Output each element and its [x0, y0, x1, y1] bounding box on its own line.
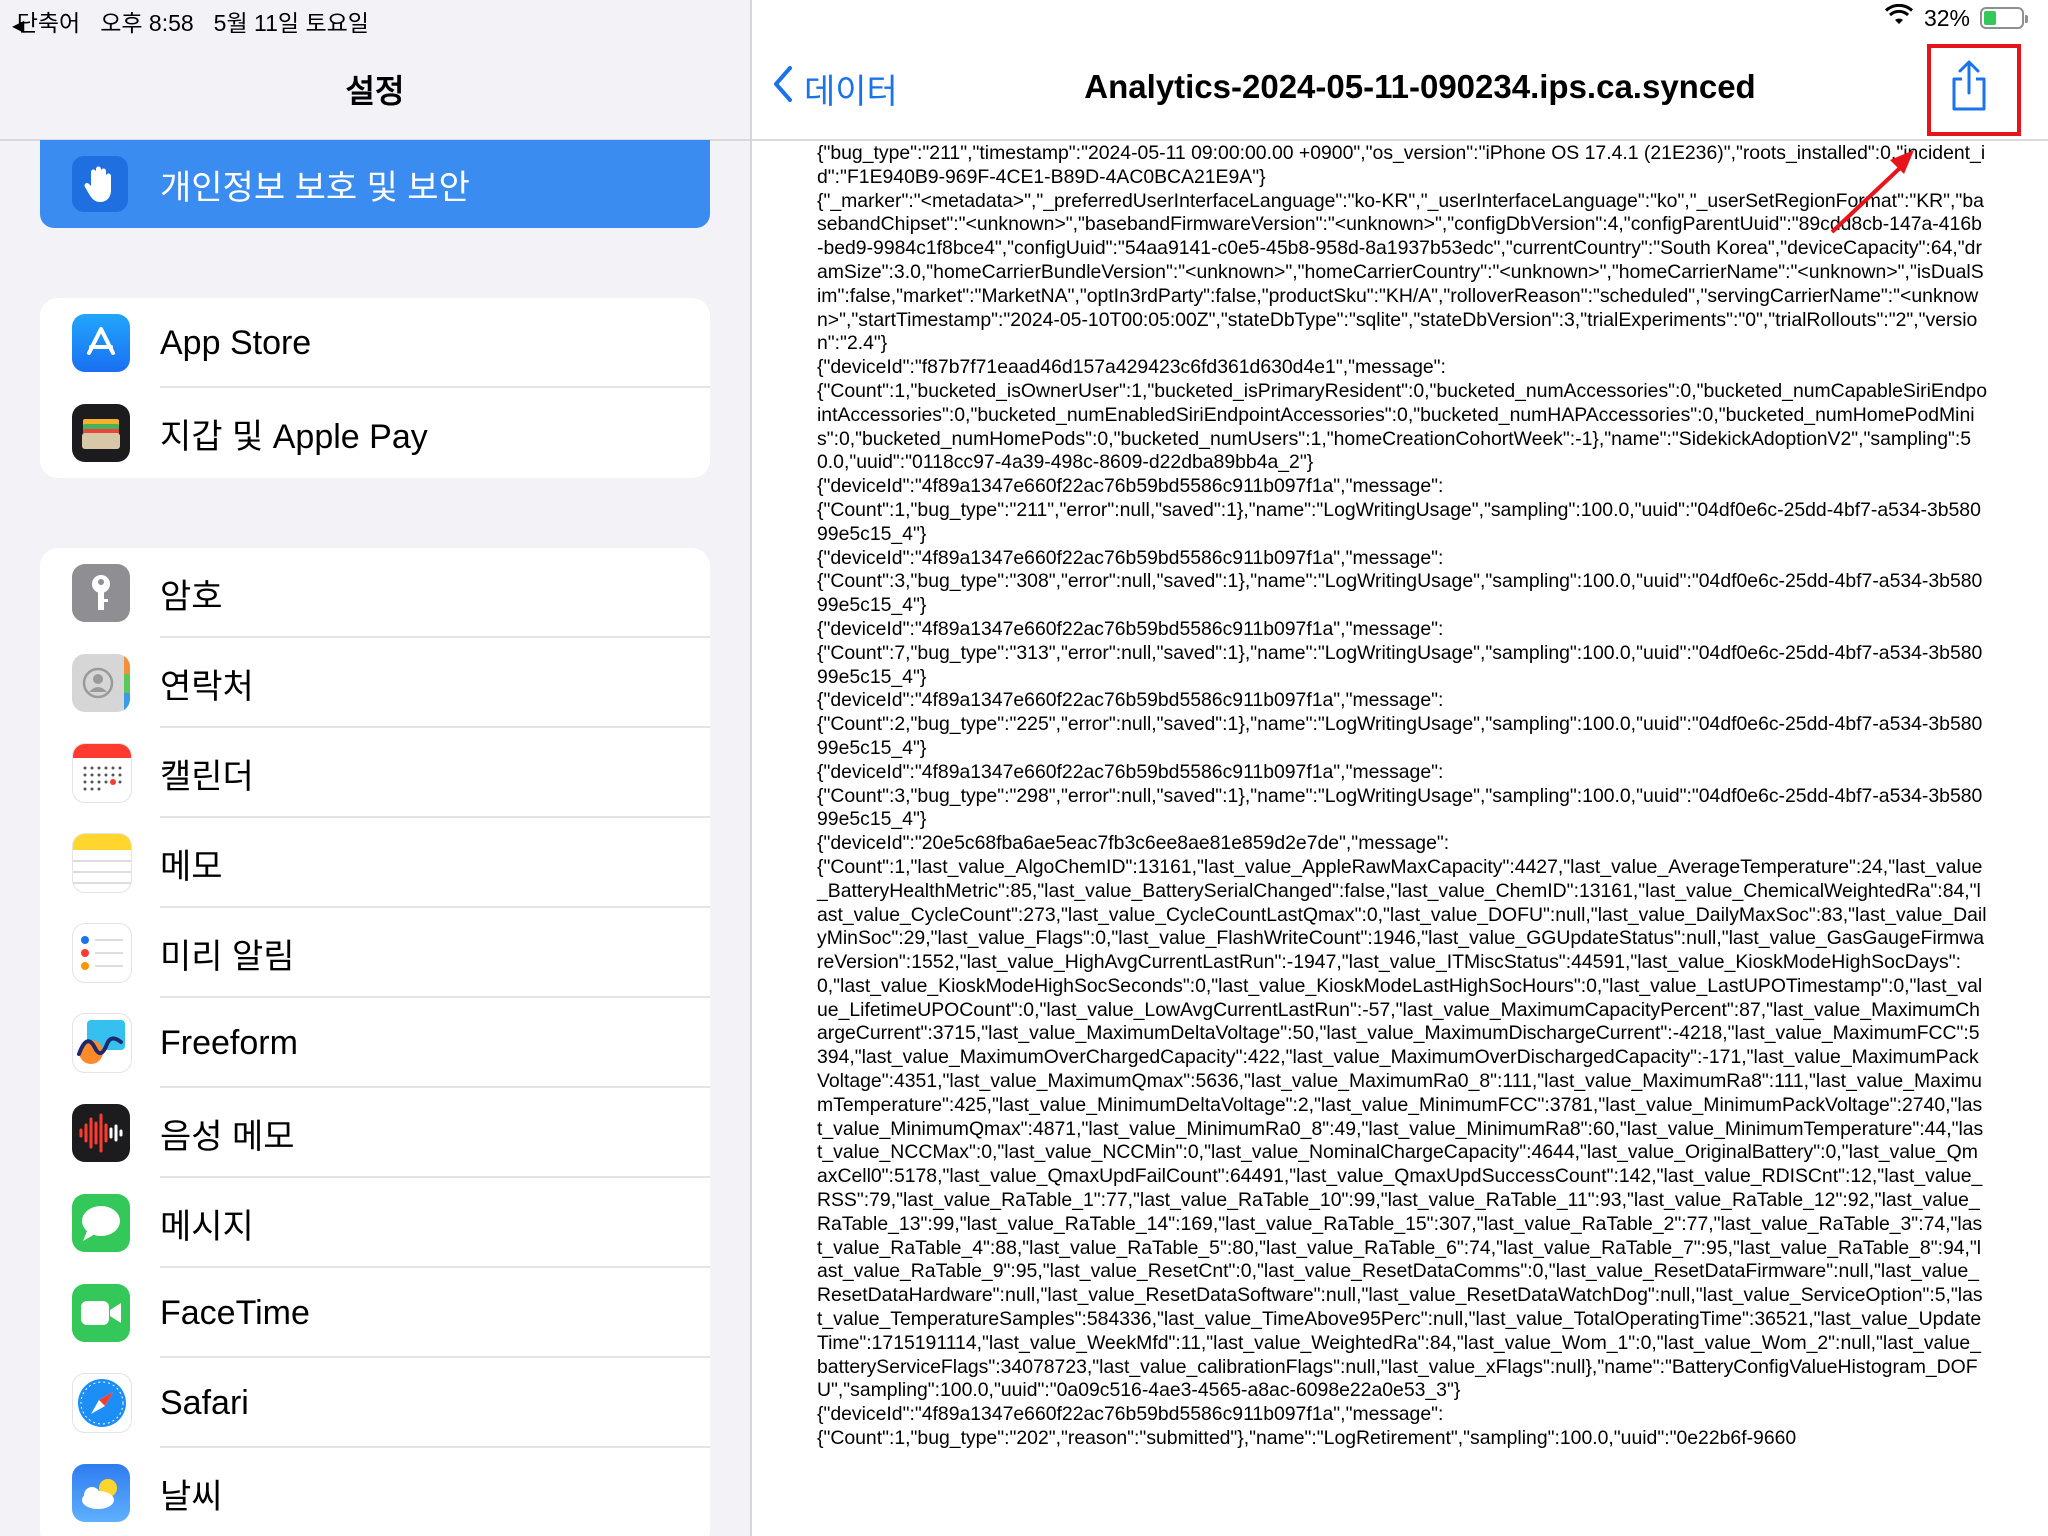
sidebar-item-notes[interactable]: 메모 — [40, 818, 710, 908]
sidebar-item-app-store[interactable]: App Store — [40, 298, 710, 388]
sidebar-item-label: 개인정보 보호 및 보안 — [160, 168, 470, 207]
sidebar-item-label: Safari — [160, 1383, 249, 1422]
sidebar-item-label: FaceTime — [160, 1293, 310, 1332]
calendar-icon — [72, 743, 132, 803]
reminders-icon — [72, 923, 132, 983]
hand-icon — [72, 156, 128, 212]
sidebar-item-label: 날씨 — [160, 1477, 223, 1516]
sidebar-item-weather[interactable]: 날씨 — [40, 1448, 710, 1536]
settings-sidebar: ◀ 단축어 오후 8:58 5월 11일 토요일 설정 개인정보 보호 및 보안… — [0, 0, 750, 1536]
sidebar-title: 설정 — [345, 73, 405, 109]
sidebar-item-calendar[interactable]: 캘린더 — [40, 728, 710, 818]
wallet-icon — [72, 404, 130, 462]
contacts-icon — [72, 654, 130, 712]
sidebar-item-label: 지갑 및 Apple Pay — [160, 417, 428, 456]
battery-level-fill — [1984, 11, 1996, 25]
status-time: 오후 8:58 — [100, 10, 194, 36]
sidebar-item-label: 메모 — [160, 847, 223, 886]
sidebar-item-messages[interactable]: 메시지 — [40, 1178, 710, 1268]
sidebar-item-label: 암호 — [160, 577, 223, 616]
safari-icon — [72, 1373, 132, 1433]
facetime-icon — [72, 1284, 130, 1342]
sidebar-group-apps: 암호 연락처 캘린더 메모 미리 알림 Freeform 음성 메모 메시지 F… — [40, 548, 710, 1536]
sidebar-item-voice-memos[interactable]: 음성 메모 — [40, 1088, 710, 1178]
sidebar-item-label: App Store — [160, 323, 312, 362]
weather-icon — [72, 1464, 130, 1522]
sidebar-item-label: 미리 알림 — [160, 937, 295, 976]
sidebar-group-store: App Store 지갑 및 Apple Pay — [40, 298, 710, 478]
status-bar-right: 32% — [1884, 3, 2028, 32]
messages-icon — [72, 1194, 130, 1252]
share-button[interactable] — [1944, 60, 1994, 116]
freeform-icon — [72, 1013, 132, 1073]
detail-pane: 32% 데이터 Analytics-2024-05-11-090234.ips.… — [752, 0, 2048, 1536]
sidebar-item-reminders[interactable]: 미리 알림 — [40, 908, 710, 998]
battery-icon — [1980, 7, 2028, 29]
app-store-icon — [72, 314, 130, 372]
status-bar-left: ◀ 단축어 오후 8:58 5월 11일 토요일 — [12, 4, 369, 38]
notes-icon — [72, 833, 132, 893]
sidebar-item-label: 메시지 — [160, 1207, 254, 1246]
sidebar-item-facetime[interactable]: FaceTime — [40, 1268, 710, 1358]
sidebar-item-freeform[interactable]: Freeform — [40, 998, 710, 1088]
sidebar-item-passwords[interactable]: 암호 — [40, 548, 710, 638]
sidebar-item-contacts[interactable]: 연락처 — [40, 638, 710, 728]
back-to-app-button[interactable]: ◀ 단축어 — [12, 4, 80, 38]
voice-memos-icon — [72, 1104, 130, 1162]
document-title: Analytics-2024-05-11-090234.ips.ca.synce… — [1084, 68, 1756, 105]
battery-percent: 32% — [1923, 4, 1970, 31]
sidebar-item-safari[interactable]: Safari — [40, 1358, 710, 1448]
sidebar-item-label: 캘린더 — [160, 757, 254, 796]
share-icon — [1948, 59, 1990, 118]
sidebar-item-label: 연락처 — [160, 667, 254, 706]
sidebar-item-wallet[interactable]: 지갑 및 Apple Pay — [40, 388, 710, 478]
sidebar-item-label: 음성 메모 — [160, 1117, 295, 1156]
log-content: {"bug_type":"211","timestamp":"2024-05-1… — [817, 142, 1987, 1450]
sidebar-item-privacy-security[interactable]: 개인정보 보호 및 보안 — [40, 140, 710, 228]
detail-header-divider — [752, 139, 2048, 141]
sidebar-item-label: Freeform — [160, 1023, 298, 1062]
wifi-icon — [1884, 3, 1914, 32]
key-icon — [72, 564, 130, 622]
status-date: 5월 11일 토요일 — [213, 10, 369, 36]
